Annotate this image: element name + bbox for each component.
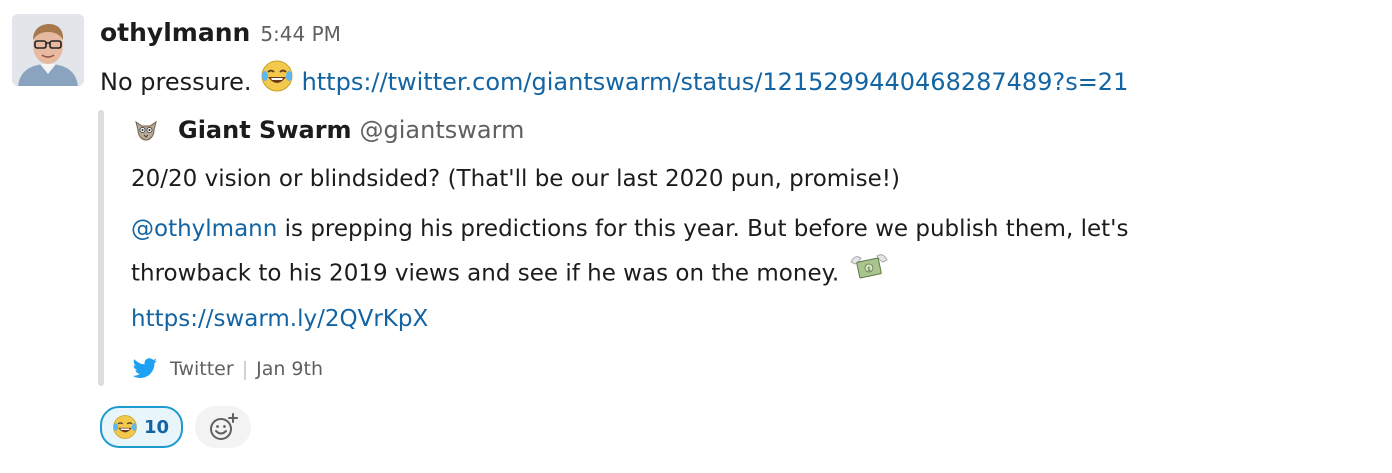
add-reaction-button[interactable] bbox=[195, 406, 252, 448]
reactions-bar: 10 bbox=[100, 406, 252, 448]
avatar[interactable] bbox=[12, 14, 84, 86]
timestamp[interactable]: 5:44 PM bbox=[260, 22, 341, 46]
footer-date: Jan 9th bbox=[256, 358, 324, 380]
attachment-paragraph-2-text: is prepping his predictions for this yea… bbox=[277, 216, 1129, 242]
footer-separator: | bbox=[241, 358, 249, 380]
svg-text:$: $ bbox=[867, 266, 871, 273]
attachment-author-handle: @giantswarm bbox=[359, 116, 525, 144]
reaction-count: 10 bbox=[144, 416, 170, 438]
mention-link[interactable]: @othylmann bbox=[131, 216, 277, 242]
message-container: othylmann 5:44 PM No pressure. https://t… bbox=[0, 0, 1392, 473]
footer-source: Twitter bbox=[170, 358, 234, 380]
message-header: othylmann 5:44 PM bbox=[100, 18, 341, 54]
message-link[interactable]: https://twitter.com/giantswarm/status/12… bbox=[302, 63, 1129, 101]
giant-swarm-logo-icon bbox=[132, 116, 160, 144]
attachment-author: Giant Swarm @giantswarm bbox=[132, 116, 524, 144]
message-body: No pressure. bbox=[100, 67, 252, 96]
attachment-body: 20/20 vision or blindsided? (That'll be … bbox=[131, 158, 1128, 340]
avatar-photo bbox=[12, 14, 84, 86]
attachment-border bbox=[98, 110, 104, 386]
joy-emoji bbox=[112, 414, 138, 440]
twitter-bird-icon bbox=[132, 358, 158, 380]
money-with-wings-emoji: $ bbox=[849, 250, 889, 298]
add-reaction-icon bbox=[207, 411, 239, 443]
link-unfurl-attachment: Giant Swarm @giantswarm 20/20 vision or … bbox=[98, 110, 1298, 388]
reaction-joy[interactable]: 10 bbox=[100, 406, 184, 448]
message-text: No pressure. https://twitter.com/giantsw… bbox=[100, 59, 1128, 104]
attachment-footer: Twitter | Jan 9th bbox=[132, 358, 323, 380]
attachment-paragraph-2: @othylmann is prepping his predictions f… bbox=[131, 208, 1128, 340]
attachment-paragraph-2-line-2: throwback to his 2019 views and see if h… bbox=[131, 260, 840, 287]
attachment-author-name[interactable]: Giant Swarm bbox=[178, 116, 352, 144]
joy-emoji bbox=[260, 59, 294, 104]
short-link[interactable]: https://swarm.ly/2QVrKpX bbox=[131, 306, 428, 332]
attachment-paragraph-1: 20/20 vision or blindsided? (That'll be … bbox=[131, 166, 900, 192]
username[interactable]: othylmann bbox=[100, 18, 250, 47]
